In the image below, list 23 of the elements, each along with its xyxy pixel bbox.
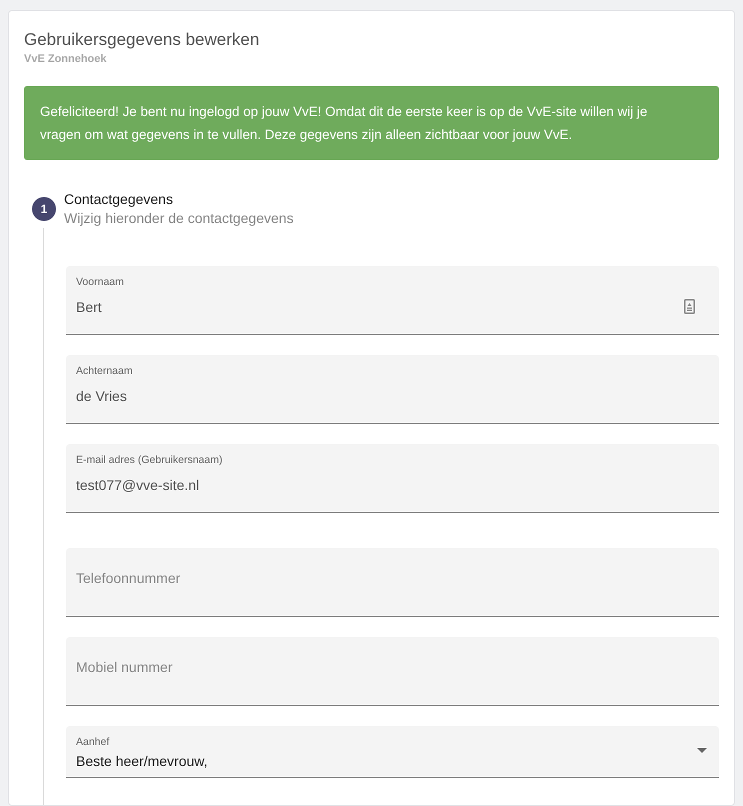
field-label: Achternaam xyxy=(76,364,134,378)
field-label: E-mail adres (Gebruikersnaam) xyxy=(76,454,224,466)
success-alert: Gefeliciteerd! Je bent nu ingelogd op jouw VvE! Omdat dit de eerste keer is op de VvE-site willen wij je vragen om wat gegevens in te vullen. Deze gegevens zijn alleen zichtbaar voor jouw VvE. xyxy=(24,86,719,160)
input-field[interactable]: Mobiel nummer xyxy=(76,656,646,678)
input-field[interactable]: de Vries xyxy=(76,386,646,406)
step-subtitle: Wijzig hieronder de contactgegevens xyxy=(64,208,294,228)
text-field[interactable]: Mobiel nummer xyxy=(66,636,719,706)
field-label: Aanhef xyxy=(76,736,110,748)
text-field[interactable]: Telefoonnummer xyxy=(66,548,719,616)
caret-icon xyxy=(697,748,707,752)
text-field[interactable]: E-mail adres (Gebruikersnaam) test077@vve-site.nl xyxy=(66,444,719,512)
step-title: Contactgegevens xyxy=(64,190,174,208)
page-title: Gebruikersgegevens bewerken xyxy=(24,29,260,51)
page-subtitle: VvE Zonnehoek xyxy=(24,52,108,67)
text-field[interactable]: Voornaam Bert xyxy=(66,266,719,334)
field-label: Voornaam xyxy=(76,276,125,288)
input-field[interactable]: Telefoonnummer xyxy=(76,568,646,588)
input-field[interactable]: Bert xyxy=(76,296,646,318)
input-field[interactable]: test077@vve-site.nl xyxy=(76,474,646,496)
contact-card-icon[interactable] xyxy=(684,298,695,314)
step-number: 1 xyxy=(32,196,56,220)
text-field[interactable]: Achternaam de Vries xyxy=(66,354,719,424)
select-field[interactable]: Aanhef Beste heer/mevrouw, xyxy=(66,726,719,778)
